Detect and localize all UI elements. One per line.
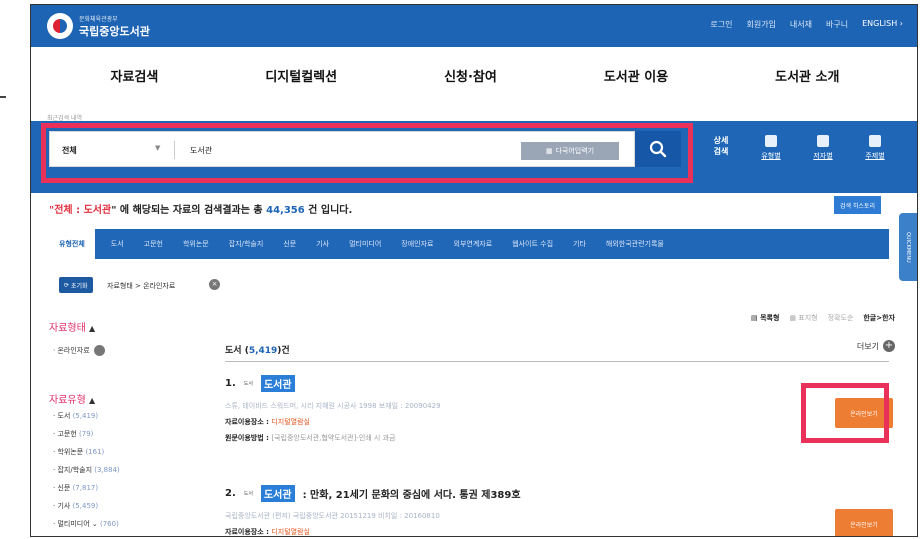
summary-scope: 전체: [54, 205, 73, 216]
result-location: 자료이용장소 : 디지털열람실: [225, 418, 310, 426]
logo-subtitle: 문화체육관광부: [79, 15, 118, 23]
search-history-button[interactable]: 검색 히스토리: [833, 196, 881, 214]
english-link[interactable]: ENGLISH ›: [862, 19, 903, 30]
nav-item-use[interactable]: 도서관 이용: [604, 66, 668, 85]
facet-item[interactable]: · 잡지/학술지 (3,884): [53, 465, 120, 475]
remove-facet-icon[interactable]: [93, 345, 105, 356]
by-subject-button[interactable]: 주제별: [853, 135, 897, 161]
result-title[interactable]: 1. 도서 도서관: [225, 375, 785, 392]
result-location: 자료이용장소 : 디지털열람실: [225, 528, 310, 536]
summary-query: 도서관: [83, 205, 112, 216]
list-view-button[interactable]: ▤ 목록형: [751, 313, 779, 323]
tab-theses[interactable]: 학위논문: [173, 239, 219, 249]
result-meta: 국립중앙도서관 (편저) 국립중앙도서관 20151219 비치일 : 2016…: [225, 512, 440, 520]
facet-type-heading[interactable]: 자료유형 ▲: [49, 391, 95, 406]
by-type-label: 유형별: [761, 152, 781, 160]
logo-title: 국립중앙도서관: [79, 24, 150, 38]
active-filter: 자료형태 > 온라인자료: [107, 282, 176, 290]
facet-item[interactable]: · 멀티미디어 ⌄ (760): [53, 519, 119, 529]
online-view-button[interactable]: 온라인보기: [835, 509, 893, 536]
tab-all-types[interactable]: 유형전체: [49, 229, 95, 259]
by-author-button[interactable]: 저자별: [801, 135, 845, 161]
sort-hangul-button[interactable]: 한글>한자: [863, 313, 895, 323]
result-item: 1. 도서 도서관 스튜, 테이비드 스워드머, 시리 지혜원 시공사 1998…: [225, 375, 785, 443]
tab-books[interactable]: 도서: [101, 239, 134, 249]
result-summary: "전체 : 도서관" 에 해당되는 자료의 검색결과는 총 44,356 건 입…: [49, 205, 353, 216]
person-icon: [817, 135, 829, 147]
facet-form-heading[interactable]: 자료형태 ▲: [49, 319, 95, 334]
highlight-box-search: [41, 123, 693, 183]
type-icon: [765, 135, 777, 147]
my-library-link[interactable]: 내서재: [790, 19, 812, 30]
result-meta: 스튜, 테이비드 스워드머, 시리 지혜원 시공사 1998 보재일 : 200…: [225, 402, 441, 410]
section-count: 5,419: [248, 346, 278, 356]
divider: [225, 361, 889, 362]
subject-icon: [869, 135, 881, 147]
chevron-up-icon: ▲: [89, 396, 96, 405]
section-title: 도서 (5,419)건: [225, 346, 290, 356]
site-logo[interactable]: 문화체육관광부 국립중앙도서관: [47, 13, 150, 39]
tab-external[interactable]: 외부연계자료: [444, 239, 503, 249]
result-access: 원문이용방법 : [국립중앙도서관,협약도서관]-인쇄 시 과금: [225, 434, 396, 442]
tab-web-archive[interactable]: 웹사이트 수집: [502, 239, 563, 249]
result-title[interactable]: 2. 도서 도서관 : 만화, 21세기 문화의 중심에 서다. 통권 제389…: [225, 485, 785, 502]
view-options: ▤ 목록형 ▦ 표지형 정확도순 한글>한자: [751, 313, 895, 323]
plus-icon: +: [883, 340, 895, 352]
sort-accuracy-button[interactable]: 정확도순: [828, 313, 854, 323]
facet-item[interactable]: · 도서 (5,419): [53, 411, 98, 421]
tab-accessible[interactable]: 장애인자료: [391, 239, 443, 249]
tab-overseas[interactable]: 해외한국관련기록물: [596, 239, 674, 249]
top-bar: 문화체육관광부 국립중앙도서관 로그인 회원가입 내서재 바구니 ENGLISH…: [31, 5, 917, 47]
cart-link[interactable]: 바구니: [826, 19, 848, 30]
by-author-label: 저자별: [813, 152, 833, 160]
summary-count: 44,356: [266, 205, 305, 216]
browser-screenshot: 문화체육관광부 국립중앙도서관 로그인 회원가입 내서재 바구니 ENGLISH…: [30, 4, 918, 537]
nav-item-digital[interactable]: 디지털컬렉션: [265, 66, 337, 85]
more-button[interactable]: 더보기 +: [857, 340, 895, 352]
tab-journals[interactable]: 잡지/학술지: [219, 239, 274, 249]
cover-view-button[interactable]: ▦ 표지형: [789, 313, 817, 323]
more-label: 더보기: [856, 341, 879, 351]
tab-etc[interactable]: 기타: [563, 239, 596, 249]
highlight-box-online: [801, 383, 889, 443]
by-type-button[interactable]: 유형별: [749, 135, 793, 161]
facet-item[interactable]: · 학위논문 (161): [53, 447, 104, 457]
tab-newspapers[interactable]: 신문: [273, 239, 306, 249]
facet-item[interactable]: · 온라인자료: [53, 345, 105, 356]
advanced-search-button[interactable]: 상세 검색: [709, 135, 733, 157]
result-item: 2. 도서 도서관 : 만화, 21세기 문화의 중심에 서다. 통권 제389…: [225, 485, 785, 536]
left-edge-mark: [0, 96, 6, 98]
type-tabs: 유형전체 도서 고문헌 학위논문 잡지/학술지 신문 기사 멀티미디어 장애인자…: [49, 229, 889, 259]
search-area: 전체 ▼ 도서관 ▦ 다국어입력기 상세 검색 유형별 저자별 주제별: [31, 121, 917, 193]
utility-links: 로그인 회원가입 내서재 바구니 ENGLISH ›: [710, 19, 903, 30]
nav-item-apply[interactable]: 신청·참여: [444, 66, 497, 85]
tab-multimedia[interactable]: 멀티미디어: [339, 239, 391, 249]
refresh-icon: ⟳: [64, 281, 71, 289]
reset-label: 초기화: [70, 282, 88, 290]
facet-type-title: 자료유형: [49, 395, 86, 406]
remove-filter-icon[interactable]: ×: [209, 279, 220, 290]
main-navigation: 자료검색 디지털컬렉션 신청·참여 도서관 이용 도서관 소개: [31, 47, 917, 103]
by-subject-label: 주제별: [865, 152, 885, 160]
login-link[interactable]: 로그인: [710, 19, 732, 30]
nav-item-about[interactable]: 도서관 소개: [775, 66, 839, 85]
reset-button[interactable]: ⟳ 초기화: [59, 277, 93, 293]
logo-emblem-icon: [47, 13, 73, 39]
nav-item-search[interactable]: 자료검색: [110, 66, 158, 85]
facet-form-title: 자료형태: [49, 323, 86, 334]
facet-item[interactable]: · 신문 (7,817): [53, 483, 98, 493]
chevron-up-icon: ▲: [89, 324, 96, 333]
signup-link[interactable]: 회원가입: [746, 19, 775, 30]
tab-articles[interactable]: 기사: [306, 239, 339, 249]
tab-old-books[interactable]: 고문헌: [134, 239, 173, 249]
facet-item[interactable]: · 기사 (5,459): [53, 501, 98, 511]
facet-item[interactable]: · 고문헌 (79): [53, 429, 93, 439]
quickmenu-tab[interactable]: QUICKMENU: [899, 213, 917, 281]
